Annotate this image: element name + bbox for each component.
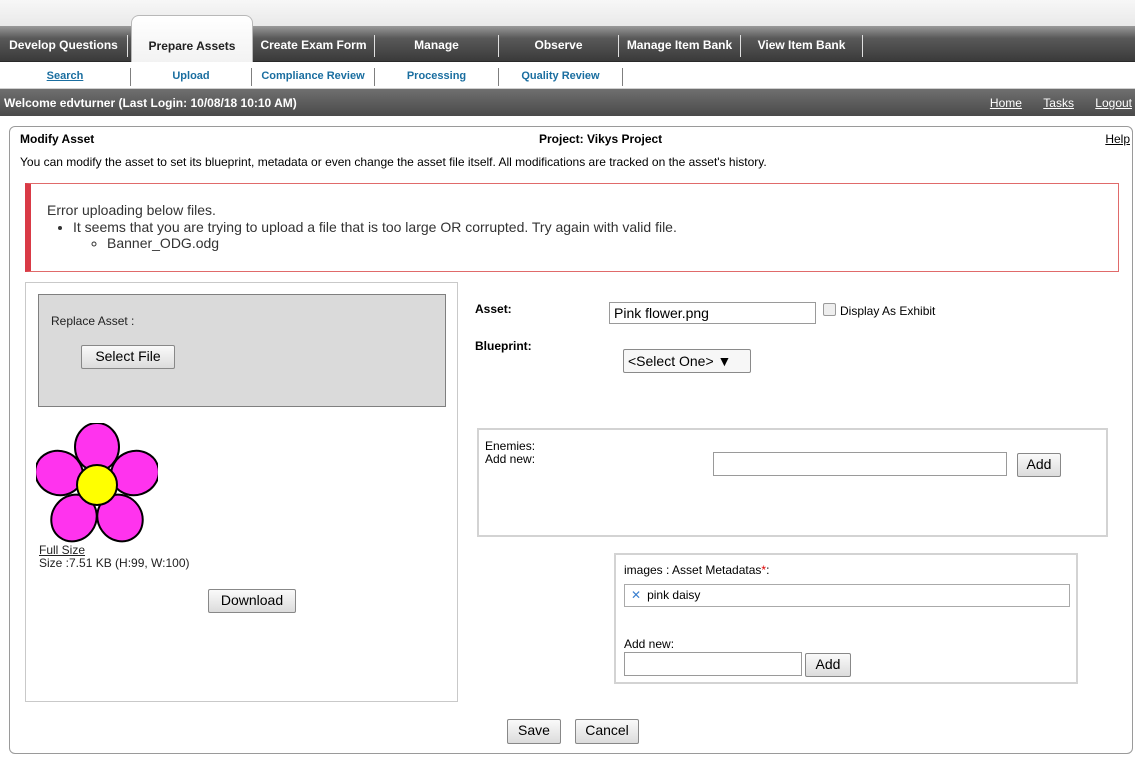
blueprint-select[interactable]: <Select One> ▼: [623, 349, 751, 373]
save-button[interactable]: Save: [507, 719, 561, 744]
download-button[interactable]: Download: [208, 589, 296, 613]
enemies-box: Enemies: Add new: Add: [477, 428, 1108, 537]
subtab-search[interactable]: Search: [0, 68, 131, 86]
flower-center: [76, 464, 118, 506]
welcome-text: Welcome edvturner (Last Login: 10/08/18 …: [4, 96, 297, 110]
subtab-quality-review[interactable]: Quality Review: [499, 68, 623, 86]
panel-header: Modify Asset Project: Vikys Project Help: [20, 132, 1132, 146]
subtab-processing[interactable]: Processing: [375, 68, 499, 86]
replace-asset-box: Replace Asset : Select File: [38, 294, 446, 407]
metadata-add-button[interactable]: Add: [805, 653, 851, 677]
remove-tag-icon[interactable]: ✕: [631, 588, 641, 602]
page-title: Modify Asset: [20, 132, 95, 146]
enemies-add-new-label: Add new:: [485, 452, 536, 466]
sub-nav-tabs: Search Upload Compliance Review Processi…: [0, 62, 1135, 89]
logout-link[interactable]: Logout: [1095, 96, 1132, 110]
enemies-add-input[interactable]: [713, 452, 1007, 476]
error-detail: It seems that you are trying to upload a…: [73, 219, 1118, 251]
enemies-label: Enemies:: [485, 439, 536, 453]
blueprint-label: Blueprint:: [475, 339, 532, 353]
enemies-add-button[interactable]: Add: [1017, 453, 1061, 477]
asset-label: Asset:: [475, 302, 512, 316]
subtab-compliance-review[interactable]: Compliance Review: [252, 68, 375, 86]
metadata-label: images : Asset Metadatas*:: [624, 563, 770, 577]
subtab-upload[interactable]: Upload: [131, 68, 252, 86]
error-file-name: Banner_ODG.odg: [107, 235, 1118, 251]
replace-asset-label: Replace Asset :: [51, 314, 135, 328]
metadata-add-input[interactable]: [624, 652, 802, 676]
pink-flower-image: [36, 423, 158, 543]
tab-prepare-assets[interactable]: Prepare Assets: [131, 15, 253, 64]
tasks-link[interactable]: Tasks: [1043, 96, 1074, 110]
flower-petal: [74, 423, 120, 472]
tab-manage[interactable]: Manage: [375, 35, 499, 57]
error-detail-text: It seems that you are trying to upload a…: [73, 219, 677, 235]
help-link[interactable]: Help: [1105, 132, 1130, 146]
error-heading: Error uploading below files.: [47, 202, 216, 218]
metadata-tag-text: pink daisy: [647, 588, 701, 602]
modify-asset-panel: Modify Asset Project: Vikys Project Help…: [9, 126, 1133, 754]
display-as-exhibit-checkbox[interactable]: [823, 303, 836, 316]
project-name: Project: Vikys Project: [539, 132, 663, 146]
asset-metadata-box: images : Asset Metadatas*: ✕ pink daisy A…: [614, 553, 1078, 684]
tab-view-item-bank[interactable]: View Item Bank: [741, 35, 863, 57]
error-file-list: Banner_ODG.odg: [73, 235, 1118, 251]
display-as-exhibit-label: Display As Exhibit: [840, 304, 936, 318]
cancel-button[interactable]: Cancel: [575, 719, 639, 744]
select-file-button[interactable]: Select File: [81, 345, 175, 369]
tab-manage-item-bank[interactable]: Manage Item Bank: [619, 35, 741, 57]
full-size-link[interactable]: Full Size: [39, 543, 85, 557]
panel-description: You can modify the asset to set its blue…: [20, 155, 767, 169]
tab-create-exam-form[interactable]: Create Exam Form: [253, 35, 375, 57]
file-size-info: Size :7.51 KB (H:99, W:100): [39, 556, 190, 570]
asset-preview-panel: Replace Asset : Select File Full Size Si…: [25, 282, 458, 702]
asset-name-field[interactable]: [609, 302, 816, 324]
error-list: It seems that you are trying to upload a…: [47, 219, 1118, 251]
top-links: Home Tasks Logout: [972, 96, 1132, 110]
home-link[interactable]: Home: [990, 96, 1022, 110]
metadata-tag: ✕ pink daisy: [624, 584, 1070, 607]
error-message-box: Error uploading below files. It seems th…: [25, 183, 1119, 272]
tab-develop-questions[interactable]: Develop Questions: [0, 35, 128, 57]
welcome-bar: Welcome edvturner (Last Login: 10/08/18 …: [0, 89, 1135, 116]
main-nav-tabs: Develop Questions Prepare Assets Create …: [0, 15, 1135, 64]
tab-observe[interactable]: Observe: [499, 35, 619, 57]
metadata-add-new-label: Add new:: [624, 637, 675, 651]
